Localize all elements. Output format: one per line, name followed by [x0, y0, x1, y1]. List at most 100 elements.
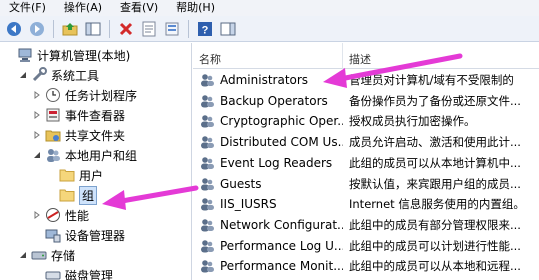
group-name: Distributed COM Us... — [220, 135, 343, 150]
tree-node[interactable]: 设备管理器 — [32, 225, 125, 245]
group-name-cell: IIS_IUSRS — [193, 196, 343, 212]
group-icon — [199, 196, 215, 212]
computer-icon — [17, 47, 33, 63]
menu-bar: 文件(F) 操作(A) 查看(V) 帮助(H) — [0, 0, 539, 16]
forward-arrow-icon — [30, 21, 44, 36]
collapse-arrow-icon[interactable] — [18, 250, 28, 260]
annotation-arrow-to-administrators — [323, 53, 463, 88]
up-folder-icon — [62, 22, 78, 35]
toolbar-separator — [109, 19, 110, 38]
group-icon — [199, 155, 215, 171]
disk-icon — [45, 267, 61, 280]
help-button[interactable]: ? — [195, 19, 215, 39]
tree-node[interactable]: 性能 — [32, 205, 89, 225]
group-row[interactable]: Event Log Readers 此组的成员可以从本地计算机中... — [193, 153, 539, 173]
expand-arrow-icon[interactable] — [32, 90, 42, 100]
forward-button[interactable] — [27, 19, 47, 39]
collapse-arrow-icon[interactable] — [32, 150, 42, 160]
export-list-icon — [165, 22, 179, 35]
group-description: 此组的成员可以从本地计算机中... — [349, 155, 521, 170]
tree-node[interactable]: 系统工具 — [18, 65, 99, 85]
group-description: Internet 信息服务使用的内置组。 — [349, 197, 525, 212]
shared-folder-icon — [45, 127, 61, 143]
tree-node-label: 组 — [79, 185, 98, 205]
group-name-cell: Cryptographic Oper... — [193, 113, 343, 129]
tree-node-label: 设备管理器 — [65, 228, 126, 243]
group-name: Guests — [220, 176, 262, 191]
tree-node[interactable]: 组 — [46, 185, 98, 205]
group-row[interactable]: Cryptographic Oper... 授权成员执行加密操作。 — [193, 111, 539, 131]
tree-node[interactable]: 事件查看器 — [32, 105, 125, 125]
group-name-cell: Performance Log U... — [193, 238, 343, 254]
tree-node-label: 事件查看器 — [65, 108, 126, 123]
tree-node-label: 本地用户和组 — [65, 148, 138, 163]
group-row[interactable]: IIS_IUSRS Internet 信息服务使用的内置组。 — [193, 194, 539, 214]
console-tree-icon — [85, 22, 101, 35]
toolbar-separator — [188, 19, 189, 38]
group-name-cell: Network Configurat... — [193, 217, 343, 233]
group-icon — [199, 72, 215, 88]
back-arrow-icon — [7, 21, 21, 36]
tree-node-label: 任务计划程序 — [65, 88, 138, 103]
tree-node-label: 性能 — [65, 208, 90, 223]
group-row[interactable]: Performance Log U... 此组中的成员可以计划进行性能... — [193, 236, 539, 256]
group-name-cell: Performance Monit... — [193, 258, 343, 274]
group-name: Performance Log U... — [220, 238, 343, 253]
tree-node[interactable]: 任务计划程序 — [32, 85, 137, 105]
group-description: 此组中的成员有部分管理权限来... — [349, 217, 521, 232]
export-list-button[interactable] — [162, 19, 182, 39]
properties-button[interactable] — [139, 19, 159, 39]
tree-node[interactable]: 共享文件夹 — [32, 125, 125, 145]
action-pane-icon — [220, 22, 236, 35]
tools-icon — [31, 67, 47, 83]
console-tree: 计算机管理(本地) 系统工具任务计划程序 事件查看器共享文件夹本地用户和组用户组性能… — [0, 43, 192, 280]
action-pane-button[interactable] — [218, 19, 238, 39]
group-icon — [199, 217, 215, 233]
menu-file[interactable]: 文件(F) — [0, 0, 55, 16]
group-icon — [199, 113, 215, 129]
device-manager-icon — [45, 227, 61, 243]
menu-help[interactable]: 帮助(H) — [167, 0, 224, 16]
group-name-cell: Backup Operators — [193, 93, 343, 109]
folder-icon — [59, 167, 75, 183]
tree-node-label: 存储 — [51, 248, 76, 263]
group-name: Cryptographic Oper... — [220, 114, 343, 129]
group-row[interactable]: Guests 按默认值，来宾跟用户组的成员... — [193, 174, 539, 194]
tree-node[interactable]: 存储 — [18, 245, 75, 265]
group-row[interactable]: Performance Monit... 此组中的成员可以从本地和远程... — [193, 256, 539, 276]
group-name: Performance Monit... — [220, 259, 343, 274]
show-hide-tree-button[interactable] — [83, 19, 103, 39]
menu-action[interactable]: 操作(A) — [55, 0, 111, 16]
expand-arrow-icon[interactable] — [32, 130, 42, 140]
group-row[interactable]: Distributed COM Us... 成员允许启动、激活和使用此计... — [193, 132, 539, 152]
up-folder-button[interactable] — [60, 19, 80, 39]
tree-node[interactable]: 计算机管理(本地) — [4, 45, 130, 65]
expand-arrow-icon[interactable] — [32, 110, 42, 120]
group-name: IIS_IUSRS — [220, 197, 277, 212]
group-icon — [199, 258, 215, 274]
properties-icon — [142, 21, 156, 36]
tree-node-label: 共享文件夹 — [65, 128, 126, 143]
tree-node[interactable]: 磁盘管理 — [32, 265, 113, 280]
collapse-arrow-icon[interactable] — [18, 70, 28, 80]
folder-icon — [59, 187, 75, 203]
group-name-cell: Guests — [193, 176, 343, 192]
delete-button[interactable] — [116, 19, 136, 39]
tree-node[interactable]: 本地用户和组 — [32, 145, 137, 165]
svg-text:?: ? — [202, 24, 209, 36]
menu-view[interactable]: 查看(V) — [111, 0, 167, 16]
group-row[interactable]: Network Configurat... 此组中的成员有部分管理权限来... — [193, 215, 539, 235]
tree-node-label: 磁盘管理 — [65, 268, 114, 280]
tree-node-label: 系统工具 — [51, 68, 100, 83]
group-row[interactable]: Backup Operators 备份操作员为了备份或还原文件... — [193, 91, 539, 111]
help-icon: ? — [198, 21, 212, 36]
tree-node[interactable]: 用户 — [46, 165, 103, 185]
group-description: 此组中的成员可以计划进行性能... — [349, 238, 521, 253]
expand-arrow-icon[interactable] — [32, 210, 42, 220]
back-button[interactable] — [4, 19, 24, 39]
toolbar-separator — [53, 19, 54, 38]
group-description: 备份操作员为了备份或还原文件... — [349, 93, 521, 108]
